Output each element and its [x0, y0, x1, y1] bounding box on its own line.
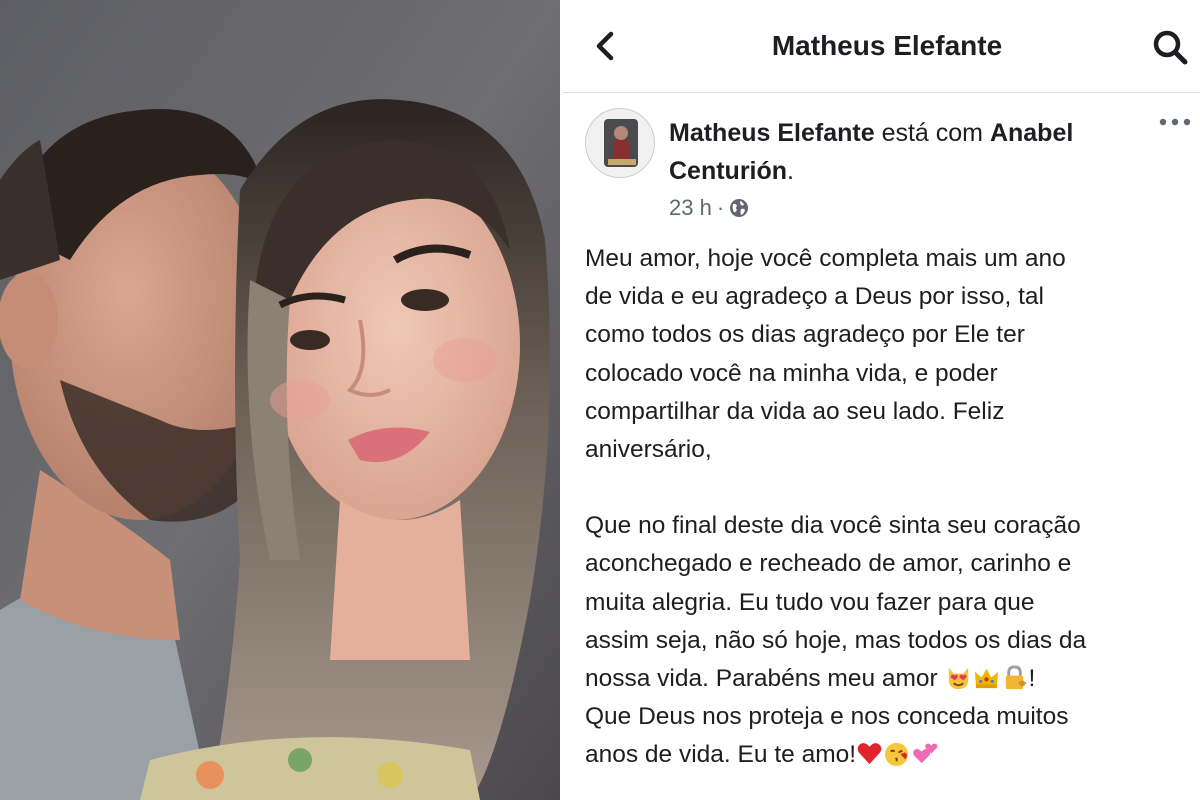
- couple-photo: [0, 0, 560, 800]
- post-line: compartilhar da vida ao seu lado. Feliz: [585, 397, 1005, 425]
- post-meta: 23 h ·: [669, 193, 749, 223]
- two-hearts-emoji: [913, 744, 938, 764]
- search-button[interactable]: [1151, 28, 1191, 68]
- crown-emoji: [974, 668, 998, 689]
- post-header-text: Matheus Elefante está com Anabel Centuri…: [669, 114, 1139, 190]
- post-line: como todos os dias agradeço por Ele ter: [585, 321, 1025, 349]
- header-separator: [563, 92, 1200, 93]
- post-timestamp[interactable]: 23 h: [669, 193, 712, 223]
- kissing-face-emoji: [884, 743, 909, 767]
- avatar-image: [586, 109, 654, 177]
- more-options-icon: [1159, 118, 1191, 126]
- post-line: colocado você na minha vida, e poder: [585, 359, 998, 387]
- post-line: de vida e eu agradeço a Deus por isso, t…: [585, 283, 1044, 311]
- post-line: aniversário,: [585, 436, 712, 464]
- post-line: muita alegria. Eu tudo vou fazer para qu…: [585, 588, 1035, 616]
- facebook-post-panel: Matheus Elefante Matheus Elefante está c…: [563, 0, 1200, 800]
- post-line: Meu amor, hoje você completa mais um ano: [585, 245, 1066, 272]
- meta-separator: ·: [716, 195, 725, 220]
- post-line-text: nossa vida. Parabéns meu amor: [585, 665, 945, 693]
- lock-with-key-emoji: [1005, 665, 1026, 690]
- heart-eyes-cat-emoji: [948, 667, 968, 690]
- post-line-end: !: [1028, 665, 1036, 693]
- post-line: aconchegado e recheado de amor, carinho …: [585, 550, 1072, 578]
- tagged-user-surname[interactable]: Centurión: [669, 157, 787, 185]
- with-text: está com: [881, 119, 983, 147]
- post-line: assim seja, não só hoje, mas todos os di…: [585, 626, 1087, 654]
- post-text: Meu amor, hoje você completa mais um ano…: [585, 240, 1185, 775]
- globe-icon: [730, 199, 749, 217]
- header-period: .: [787, 157, 794, 185]
- top-navigation-bar: Matheus Elefante: [563, 0, 1200, 92]
- post-line: Que no final deste dia você sinta seu co…: [585, 512, 1081, 540]
- post-line: Que Deus nos proteja e nos conceda muito…: [585, 703, 1069, 731]
- search-icon: [1153, 30, 1188, 65]
- red-heart-emoji: [857, 743, 882, 765]
- tagged-user-name[interactable]: Anabel: [990, 119, 1073, 147]
- author-name[interactable]: Matheus Elefante: [669, 119, 875, 147]
- post-line-text: anos de vida. Eu te amo!: [585, 741, 857, 769]
- post-line-with-emojis: nossa vida. Parabéns meu amor !: [585, 660, 1185, 698]
- page-title: Matheus Elefante: [771, 30, 1003, 61]
- post-line-with-emojis: anos de vida. Eu te amo!: [585, 736, 1185, 774]
- more-options-button[interactable]: [1155, 114, 1195, 138]
- author-avatar[interactable]: [585, 108, 655, 178]
